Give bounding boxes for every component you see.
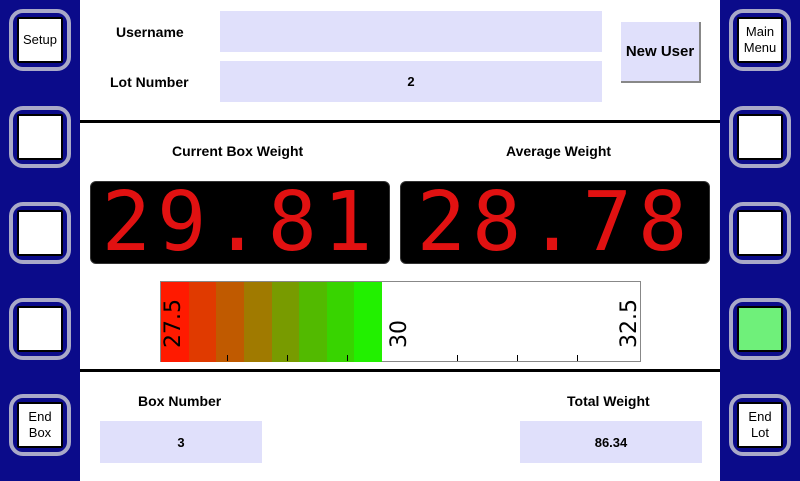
right-softkey-3-label	[737, 210, 783, 256]
average-weight-display: 28.78	[400, 181, 710, 264]
gauge-min-label: 27.5	[161, 299, 186, 348]
end-lot-button[interactable]: End Lot	[729, 394, 791, 456]
gauge-segment	[354, 282, 382, 362]
total-weight-label: Total Weight	[567, 393, 650, 409]
username-field[interactable]	[220, 11, 602, 52]
gauge-tick	[287, 355, 288, 361]
gauge-max-label: 32.5	[617, 299, 642, 348]
divider-bottom	[80, 369, 720, 372]
current-weight-display: 29.81	[90, 181, 390, 264]
gauge-segment	[216, 282, 244, 362]
gauge-segment	[189, 282, 216, 362]
setup-button[interactable]: Setup	[9, 9, 71, 71]
gauge-segment	[244, 282, 272, 362]
right-softkey-3[interactable]	[729, 202, 791, 264]
right-softkey-2-label	[737, 114, 783, 160]
new-user-button[interactable]: New User	[621, 22, 701, 83]
current-weight-label: Current Box Weight	[172, 143, 304, 159]
weight-gauge: 27.5 30 32.5	[160, 281, 642, 362]
gauge-tick	[347, 355, 348, 361]
gauge-tick	[577, 355, 578, 361]
gauge-segment	[327, 282, 354, 362]
total-weight-field: 86.34	[520, 421, 702, 463]
gauge-segment	[299, 282, 327, 362]
status-indicator-button[interactable]	[729, 298, 791, 360]
box-number-label: Box Number	[138, 393, 222, 409]
gauge-tick	[517, 355, 518, 361]
right-softkey-2[interactable]	[729, 106, 791, 168]
left-softkey-2-label	[17, 114, 63, 160]
main-menu-button-label: Main Menu	[737, 17, 783, 63]
right-softkey-panel: Main Menu End Lot	[720, 0, 800, 481]
left-softkey-4-label	[17, 306, 63, 352]
divider-top	[80, 120, 720, 123]
username-label: Username	[116, 24, 184, 40]
left-softkey-2[interactable]	[9, 106, 71, 168]
average-weight-label: Average Weight	[506, 143, 612, 159]
gauge-tick	[227, 355, 228, 361]
left-softkey-panel: Setup End Box	[0, 0, 80, 481]
end-lot-button-label: End Lot	[737, 402, 783, 448]
left-softkey-3[interactable]	[9, 202, 71, 264]
status-indicator-light	[737, 306, 783, 352]
end-box-button[interactable]: End Box	[9, 394, 71, 456]
setup-button-label: Setup	[17, 17, 63, 63]
box-number-field: 3	[100, 421, 262, 463]
gauge-tick	[457, 355, 458, 361]
left-softkey-3-label	[17, 210, 63, 256]
gauge-segment	[272, 282, 299, 362]
gauge-mid-label: 30	[387, 320, 412, 348]
left-softkey-4[interactable]	[9, 298, 71, 360]
lot-number-label: Lot Number	[110, 74, 189, 90]
lot-number-field[interactable]: 2	[220, 61, 602, 102]
main-menu-button[interactable]: Main Menu	[729, 9, 791, 71]
end-box-button-label: End Box	[17, 402, 63, 448]
